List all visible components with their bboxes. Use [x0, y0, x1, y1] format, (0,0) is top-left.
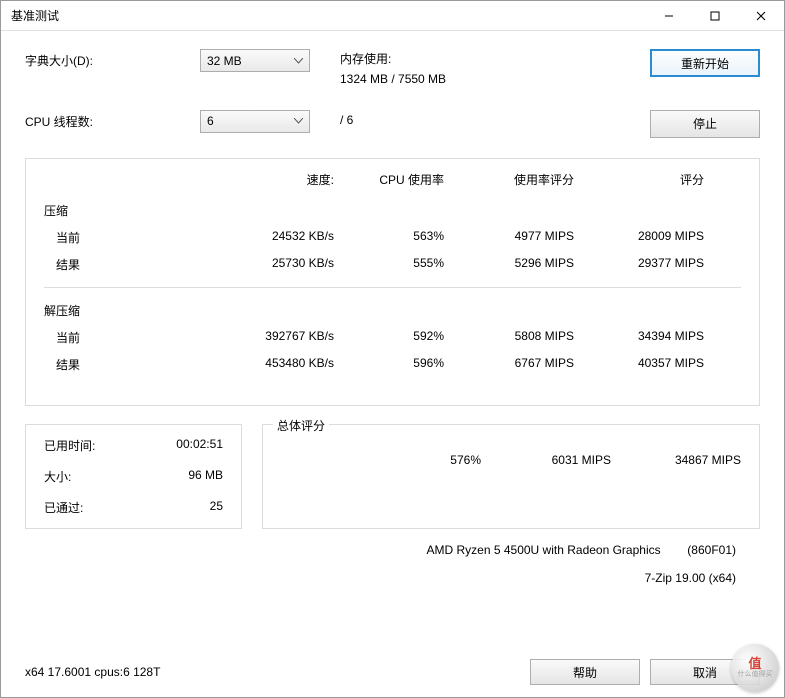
overall-usage-rating: 6031 MIPS: [481, 453, 611, 467]
watermark-bottom: 什么值得买: [738, 671, 773, 679]
stats-box: 已用时间: 00:02:51 大小: 96 MB 已通过: 25: [25, 424, 242, 529]
cell-rating: 34394 MIPS: [574, 329, 704, 346]
cell-cpu: 555%: [334, 256, 444, 273]
content-area: 字典大小(D): 32 MB 内存使用: 1324 MB / 7550 MB 重…: [1, 31, 784, 651]
cell-speed: 453480 KB/s: [224, 356, 334, 373]
size-row: 大小: 96 MB: [44, 468, 223, 485]
decompress-current-row: 当前 392767 KB/s 592% 5808 MIPS 34394 MIPS: [44, 329, 741, 346]
cell-rating: 40357 MIPS: [574, 356, 704, 373]
dict-size-select[interactable]: 32 MB: [200, 49, 310, 72]
overall-box: 总体评分 576% 6031 MIPS 34867 MIPS: [262, 424, 760, 529]
col-usage-rating: 使用率评分: [444, 171, 574, 188]
threads-select[interactable]: 6: [200, 110, 310, 133]
elapsed-value: 00:02:51: [176, 437, 223, 454]
overall-rating: 34867 MIPS: [611, 453, 741, 467]
cell-usage-rating: 5808 MIPS: [444, 329, 574, 346]
cell-usage-rating: 6767 MIPS: [444, 356, 574, 373]
compress-current-row: 当前 24532 KB/s 563% 4977 MIPS 28009 MIPS: [44, 229, 741, 246]
titlebar: 基准测试: [1, 1, 784, 31]
dict-size-label: 字典大小(D):: [25, 49, 200, 69]
help-button[interactable]: 帮助: [530, 659, 640, 685]
status-text: x64 17.6001 cpus:6 128T: [25, 665, 520, 679]
app-info: 7-Zip 19.00 (x64): [25, 571, 736, 585]
elapsed-row: 已用时间: 00:02:51: [44, 437, 223, 454]
dict-row: 字典大小(D): 32 MB 内存使用: 1324 MB / 7550 MB 重…: [25, 49, 760, 90]
titlebar-buttons: [646, 1, 784, 31]
cpu-name: AMD Ryzen 5 4500U with Radeon Graphics: [427, 543, 661, 557]
row-label: 结果: [44, 256, 224, 273]
window-title: 基准测试: [11, 7, 646, 24]
cpu-info: AMD Ryzen 5 4500U with Radeon Graphics (…: [25, 543, 736, 557]
decompress-title: 解压缩: [44, 302, 741, 319]
footer: x64 17.6001 cpus:6 128T 帮助 取消: [1, 651, 784, 697]
threads-label: CPU 线程数:: [25, 110, 200, 130]
cell-cpu: 563%: [334, 229, 444, 246]
col-cpu-usage: CPU 使用率: [334, 171, 444, 188]
watermark-badge: 值 什么值得买: [731, 644, 779, 692]
maximize-button[interactable]: [692, 1, 738, 31]
size-label: 大小:: [44, 468, 71, 485]
col-rating: 评分: [574, 171, 704, 188]
minimize-button[interactable]: [646, 1, 692, 31]
results-header: 速度: CPU 使用率 使用率评分 评分: [44, 171, 741, 188]
memory-label: 内存使用:: [340, 49, 650, 69]
memory-value: 1324 MB / 7550 MB: [340, 69, 650, 89]
elapsed-label: 已用时间:: [44, 437, 95, 454]
size-value: 96 MB: [188, 468, 223, 485]
cell-rating: 29377 MIPS: [574, 256, 704, 273]
restart-button[interactable]: 重新开始: [650, 49, 760, 77]
cell-cpu: 592%: [334, 329, 444, 346]
passed-row: 已通过: 25: [44, 499, 223, 516]
divider: [44, 287, 741, 288]
top-controls: 字典大小(D): 32 MB 内存使用: 1324 MB / 7550 MB 重…: [25, 49, 760, 138]
col-speed: 速度:: [224, 171, 334, 188]
compress-title: 压缩: [44, 202, 741, 219]
compress-section: 压缩 当前 24532 KB/s 563% 4977 MIPS 28009 MI…: [44, 202, 741, 273]
cell-usage-rating: 4977 MIPS: [444, 229, 574, 246]
stop-button[interactable]: 停止: [650, 110, 760, 138]
results-box: 速度: CPU 使用率 使用率评分 评分 压缩 当前 24532 KB/s 56…: [25, 158, 760, 406]
overall-row: 576% 6031 MIPS 34867 MIPS: [281, 453, 741, 467]
cell-rating: 28009 MIPS: [574, 229, 704, 246]
memory-usage: 内存使用: 1324 MB / 7550 MB: [340, 49, 650, 90]
close-button[interactable]: [738, 1, 784, 31]
overall-title: 总体评分: [273, 417, 329, 434]
decompress-result-row: 结果 453480 KB/s 596% 6767 MIPS 40357 MIPS: [44, 356, 741, 373]
cell-speed: 25730 KB/s: [224, 256, 334, 273]
cpu-id: (860F01): [687, 543, 736, 557]
threads-value: 6: [207, 114, 214, 128]
cell-speed: 24532 KB/s: [224, 229, 334, 246]
chevron-down-icon: [294, 58, 303, 64]
threads-row: CPU 线程数: 6 / 6 停止: [25, 110, 760, 138]
bottom-row: 已用时间: 00:02:51 大小: 96 MB 已通过: 25 总体评分 57…: [25, 424, 760, 529]
passed-label: 已通过:: [44, 499, 83, 516]
benchmark-window: 基准测试 字典大小(D): 32 MB 内存使用: 1324 MB / 7550…: [0, 0, 785, 698]
chevron-down-icon: [294, 118, 303, 124]
cell-cpu: 596%: [334, 356, 444, 373]
row-label: 当前: [44, 329, 224, 346]
dict-size-value: 32 MB: [207, 54, 242, 68]
cell-speed: 392767 KB/s: [224, 329, 334, 346]
passed-value: 25: [210, 499, 223, 516]
overall-cpu: 576%: [371, 453, 481, 467]
threads-total: / 6: [340, 110, 650, 127]
cell-usage-rating: 5296 MIPS: [444, 256, 574, 273]
row-label: 当前: [44, 229, 224, 246]
decompress-section: 解压缩 当前 392767 KB/s 592% 5808 MIPS 34394 …: [44, 302, 741, 373]
watermark-top: 值: [738, 657, 773, 671]
compress-result-row: 结果 25730 KB/s 555% 5296 MIPS 29377 MIPS: [44, 256, 741, 273]
row-label: 结果: [44, 356, 224, 373]
